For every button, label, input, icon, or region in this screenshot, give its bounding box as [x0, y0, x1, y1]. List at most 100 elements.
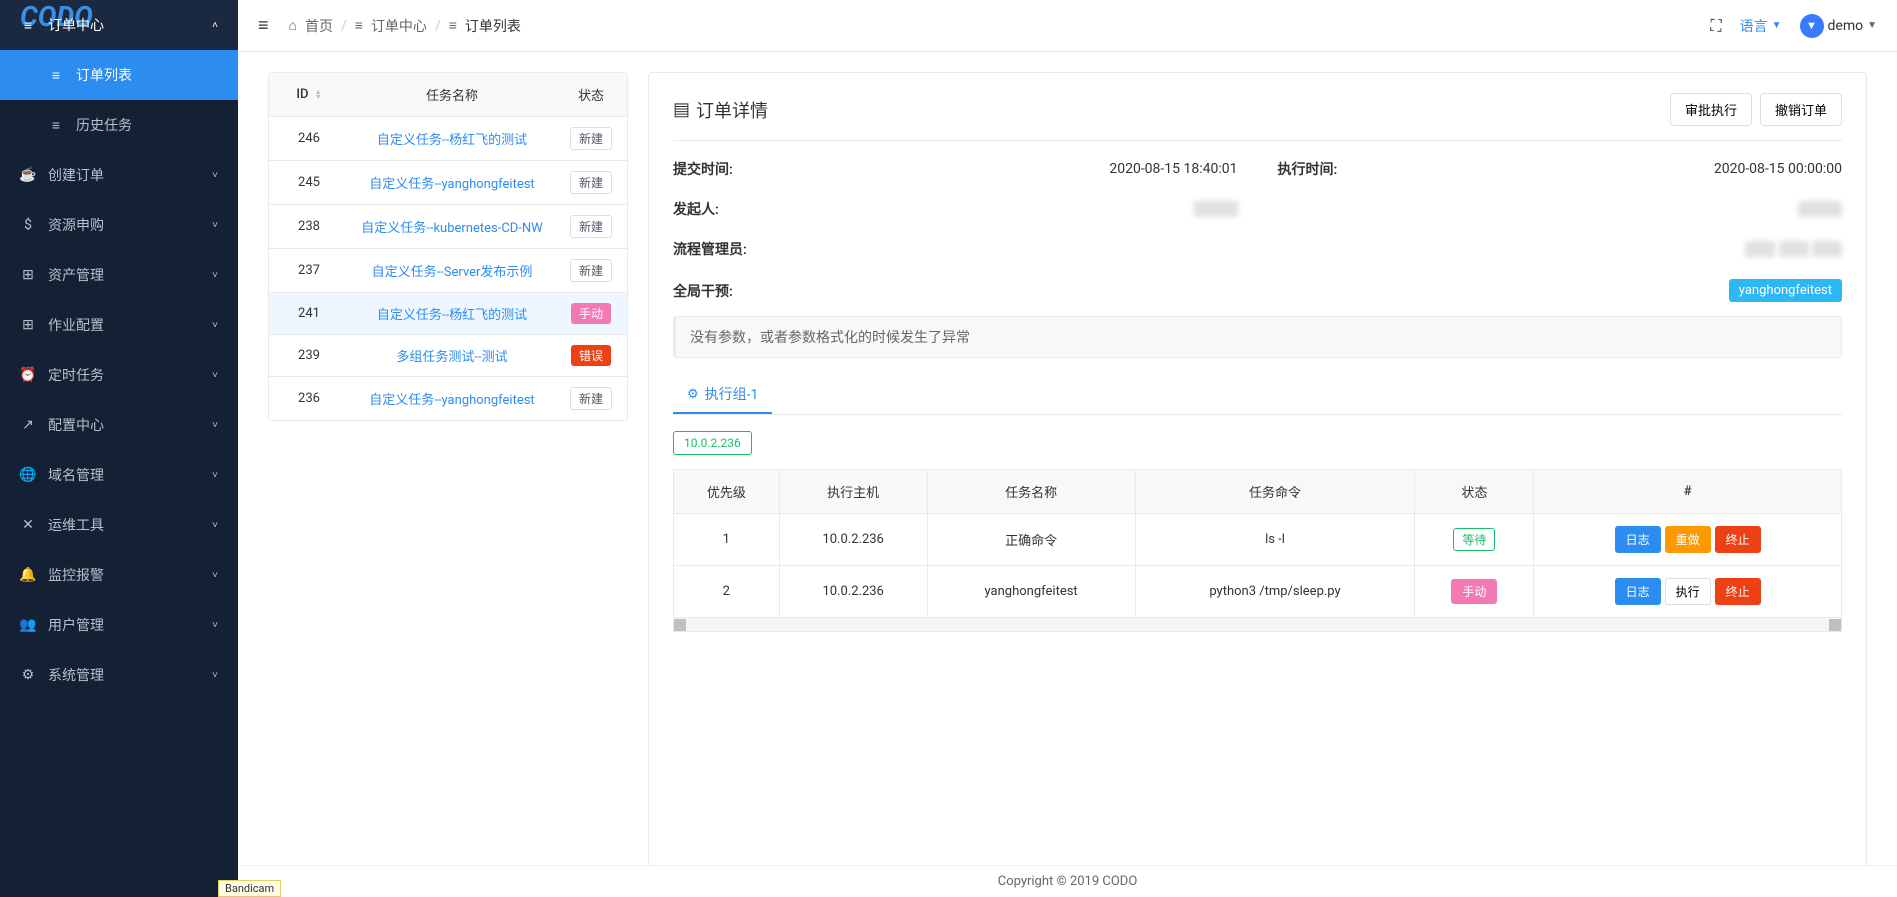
chevron-icon: ˅: [212, 170, 218, 181]
table-row[interactable]: 237 自定义任务--Server发布示例 新建: [269, 249, 627, 293]
sidebar-item[interactable]: 👥用户管理˅: [0, 600, 238, 650]
order-detail-panel: ▤ 订单详情 审批执行 撤销订单 提交时间: 2020-08-15 18:40:…: [648, 72, 1867, 877]
row-task[interactable]: 自定义任务--Server发布示例: [349, 249, 555, 293]
action-button[interactable]: 终止: [1715, 578, 1761, 605]
row-task[interactable]: 自定义任务--yanghongfeitest: [349, 161, 555, 205]
chevron-icon: ˅: [212, 520, 218, 531]
col-id-label: ID: [296, 87, 308, 102]
menu-icon: ⊞: [20, 267, 36, 283]
row-task[interactable]: 自定义任务--yanghongfeitest: [349, 377, 555, 421]
row-id: 239: [269, 335, 349, 377]
menu-icon: 🌐: [20, 467, 36, 483]
sidebar-subitem[interactable]: ≡历史任务: [0, 100, 238, 150]
horizontal-scrollbar[interactable]: [673, 618, 1842, 632]
ip-tag: 10.0.2.236: [673, 431, 752, 455]
sidebar-item[interactable]: ⊞作业配置˅: [0, 300, 238, 350]
sidebar-item[interactable]: ⏰定时任务˅: [0, 350, 238, 400]
sidebar-item[interactable]: $资源申购˅: [0, 200, 238, 250]
fullscreen-button[interactable]: [1710, 16, 1721, 36]
cell-name: 正确命令: [927, 514, 1135, 566]
order-list-panel: ID ▲▼ 任务名称 状态 246 自定义任务--杨红飞的测试 新建 245 自…: [268, 72, 628, 421]
breadcrumb-icon: ≡: [449, 17, 457, 34]
chevron-icon: ˅: [212, 320, 218, 331]
empty-value: xxxx: [1798, 201, 1842, 217]
scroll-left[interactable]: [674, 619, 686, 631]
sidebar-item[interactable]: ✕运维工具˅: [0, 500, 238, 550]
exec-time-label: 执行时间:: [1278, 159, 1338, 179]
col-task: 任务名称: [349, 73, 555, 117]
user-name: demo: [1828, 18, 1864, 34]
main: ≡ ⌂ 首页 / ≡ 订单中心 / ≡ 订单列表 语言 ▼ ▼ demo: [238, 0, 1897, 897]
col-actions: #: [1534, 470, 1842, 514]
table-row[interactable]: 236 自定义任务--yanghongfeitest 新建: [269, 377, 627, 421]
menu-label: 作业配置: [48, 315, 212, 335]
language-label: 语言: [1740, 16, 1768, 36]
col-id[interactable]: ID ▲▼: [269, 73, 349, 117]
cell-cmd: python3 /tmp/sleep.py: [1135, 566, 1415, 618]
cell-status: 等待: [1415, 514, 1534, 566]
order-table: ID ▲▼ 任务名称 状态 246 自定义任务--杨红飞的测试 新建 245 自…: [269, 73, 627, 420]
sidebar-item[interactable]: 🔔监控报警˅: [0, 550, 238, 600]
hamburger-icon[interactable]: ≡: [258, 15, 269, 36]
user-menu[interactable]: ▼ demo ▼: [1800, 14, 1878, 38]
action-button[interactable]: 终止: [1715, 526, 1761, 553]
col-status: 状态: [555, 73, 627, 117]
sidebar-item[interactable]: ⚙系统管理˅: [0, 650, 238, 700]
language-select[interactable]: 语言 ▼: [1740, 16, 1782, 36]
revoke-button[interactable]: 撤销订单: [1760, 93, 1842, 126]
row-task[interactable]: 自定义任务--kubernetes-CD-NW: [349, 205, 555, 249]
table-row[interactable]: 239 多组任务测试--测试 错误: [269, 335, 627, 377]
topbar: ≡ ⌂ 首页 / ≡ 订单中心 / ≡ 订单列表 语言 ▼ ▼ demo: [238, 0, 1897, 52]
task-row: 1 10.0.2.236 正确命令 ls -l 等待 日志重做终止: [674, 514, 1842, 566]
approve-button[interactable]: 审批执行: [1670, 93, 1752, 126]
chevron-icon: ˅: [212, 270, 218, 281]
tab-exec-group-1[interactable]: ⚙ 执行组-1: [673, 376, 772, 414]
breadcrumb-icon: ≡: [355, 17, 363, 34]
action-button[interactable]: 执行: [1665, 578, 1711, 605]
sidebar-item[interactable]: ⊞资产管理˅: [0, 250, 238, 300]
detail-icon: ▤: [673, 99, 690, 120]
action-button[interactable]: 重做: [1665, 526, 1711, 553]
row-task[interactable]: 自定义任务--杨红飞的测试: [349, 293, 555, 335]
chevron-icon: ˅: [212, 420, 218, 431]
row-status: 新建: [555, 117, 627, 161]
scroll-right[interactable]: [1829, 619, 1841, 631]
separator: /: [341, 18, 347, 34]
breadcrumb: ⌂ 首页 / ≡ 订单中心 / ≡ 订单列表: [289, 16, 1711, 36]
cell-priority: 2: [674, 566, 780, 618]
sidebar-item[interactable]: 🌐域名管理˅: [0, 450, 238, 500]
chevron-icon: ˅: [212, 370, 218, 381]
cell-status: 手动: [1415, 566, 1534, 618]
sidebar-item[interactable]: ☕创建订单˅: [0, 150, 238, 200]
footer-text: Copyright © 2019 CODO: [238, 874, 1897, 889]
initiator-label: 发起人:: [673, 199, 719, 219]
menu-label: 资源申购: [48, 215, 212, 235]
detail-title-text: 订单详情: [696, 97, 768, 123]
row-task[interactable]: 自定义任务--杨红飞的测试: [349, 117, 555, 161]
row-id: 238: [269, 205, 349, 249]
row-task[interactable]: 多组任务测试--测试: [349, 335, 555, 377]
menu-icon: $: [20, 217, 36, 233]
sidebar-item[interactable]: ↗配置中心˅: [0, 400, 238, 450]
row-status: 错误: [555, 335, 627, 377]
table-row[interactable]: 241 自定义任务--杨红飞的测试 手动: [269, 293, 627, 335]
breadcrumb-1[interactable]: 订单中心: [371, 16, 427, 36]
chevron-icon: ˄: [212, 20, 218, 31]
action-button[interactable]: 日志: [1615, 526, 1661, 553]
row-status: 新建: [555, 377, 627, 421]
menu-icon: ☕: [20, 167, 36, 183]
breadcrumb-home[interactable]: 首页: [305, 16, 333, 36]
sort-icon[interactable]: ▲▼: [315, 90, 322, 100]
menu-label: 用户管理: [48, 615, 212, 635]
sidebar-subitem[interactable]: ≡订单列表: [0, 50, 238, 100]
home-icon[interactable]: ⌂: [289, 17, 297, 34]
cell-actions: 日志重做终止: [1534, 514, 1842, 566]
action-button[interactable]: 日志: [1615, 578, 1661, 605]
menu-icon: ≡: [48, 117, 64, 133]
table-row[interactable]: 245 自定义任务--yanghongfeitest 新建: [269, 161, 627, 205]
table-row[interactable]: 246 自定义任务--杨红飞的测试 新建: [269, 117, 627, 161]
fullscreen-icon: [1710, 16, 1721, 36]
cell-host: 10.0.2.236: [779, 566, 927, 618]
menu-label: 配置中心: [48, 415, 212, 435]
table-row[interactable]: 238 自定义任务--kubernetes-CD-NW 新建: [269, 205, 627, 249]
